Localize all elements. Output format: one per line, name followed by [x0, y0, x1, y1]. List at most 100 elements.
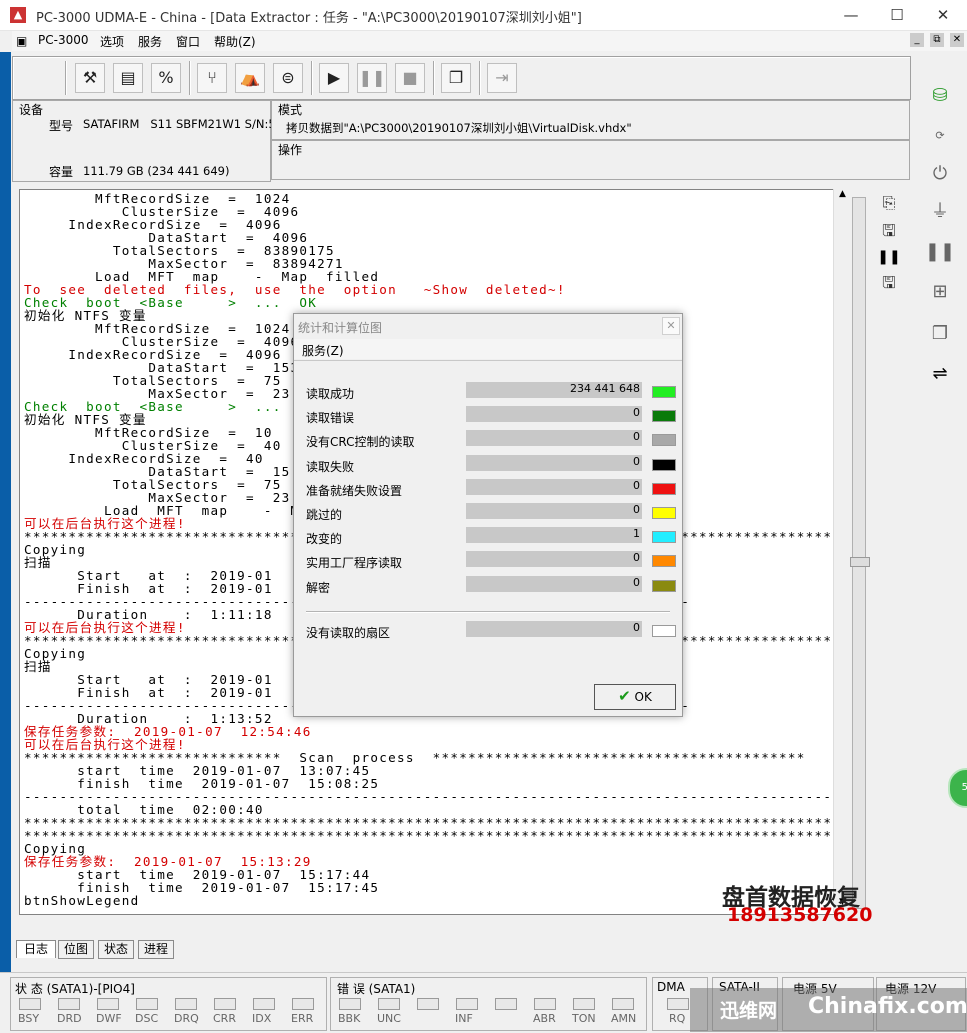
scroll-up-icon[interactable]: ▲	[836, 189, 849, 203]
stat-color-swatch	[652, 410, 676, 423]
state-led	[97, 998, 119, 1010]
mdi-close-button[interactable]: ✕	[950, 33, 964, 47]
log-line: btnShowLegend	[24, 893, 140, 908]
state-label: 状 态 (SATA1)-[PIO4]	[15, 982, 135, 996]
stat-label: 读取失败	[306, 459, 355, 474]
disk-icon[interactable]: 🖫	[874, 217, 904, 245]
right-toolstrip: ⛁ ⟳ ⏻ ⏚ ❚❚ ⊞ ❐ ⇌	[912, 56, 967, 976]
dma-label: DMA	[657, 980, 685, 994]
menu-options[interactable]: 选项	[100, 33, 124, 50]
tree-icon[interactable]: ⑂	[197, 63, 227, 93]
reset-icon[interactable]: ⟳	[922, 118, 958, 154]
error-led	[339, 998, 361, 1010]
power-icon[interactable]: ⏻	[922, 156, 958, 192]
stop-icon[interactable]: ■	[395, 63, 425, 93]
stat-color-swatch	[652, 555, 676, 568]
pause-strip-icon[interactable]: ❚❚	[922, 234, 958, 270]
mode-label: 模式	[278, 103, 303, 117]
tab-bitmap[interactable]: 位图	[58, 940, 94, 959]
stat-label: 跳过的	[306, 508, 343, 522]
window-title: PC-3000 UDMA-E - China - [Data Extractor…	[36, 11, 582, 26]
cable-icon[interactable]: ⇌	[922, 356, 958, 392]
stat-color-swatch	[652, 386, 676, 398]
close-button[interactable]: ✕	[920, 0, 966, 30]
stat-value: 1	[466, 527, 642, 544]
watermark-brand-cn: 迅维网	[720, 1000, 778, 1022]
state-led-label: CRR	[213, 1012, 236, 1025]
stat-value: 0	[466, 478, 642, 495]
menu-bar: ▣ PC-3000 选项 服务 窗口 帮助(Z) _ ⧉ ✕	[12, 31, 967, 51]
log-scrollbar[interactable]: ▲ ▼	[833, 189, 851, 913]
state-led	[292, 998, 314, 1010]
operation-panel: 操作	[271, 140, 910, 180]
pause-log-icon[interactable]: ❚❚	[874, 243, 904, 271]
stat-value: 0	[466, 406, 642, 423]
state-led	[175, 998, 197, 1010]
slider-thumb[interactable]	[850, 557, 870, 567]
error-led	[417, 998, 439, 1010]
stat-value: 0	[466, 430, 642, 447]
export-icon[interactable]: 🖫	[874, 269, 904, 297]
play-icon[interactable]: ▶	[319, 63, 349, 93]
tab-log[interactable]: 日志	[16, 940, 56, 958]
state-led-label: BSY	[18, 1012, 40, 1025]
toolbar-separator	[65, 61, 67, 95]
dialog-title: 统计和计算位图	[298, 321, 383, 335]
state-led	[19, 998, 41, 1010]
capacity-value: 111.79 GB (234 441 649)	[83, 164, 230, 178]
tab-process[interactable]: 进程	[138, 940, 174, 959]
exit-icon[interactable]: ⇥	[487, 63, 517, 93]
operation-label: 操作	[278, 143, 303, 157]
ok-button[interactable]: ✔ OK	[594, 684, 676, 710]
maximize-button[interactable]: ☐	[874, 0, 920, 30]
error-led-label: ABR	[533, 1012, 556, 1025]
capacity-key: 容量	[49, 165, 74, 179]
tab-status[interactable]: 状态	[98, 940, 134, 959]
error-led-label: BBK	[338, 1012, 361, 1025]
error-led-label: TON	[572, 1012, 596, 1025]
menu-help[interactable]: 帮助(Z)	[214, 33, 256, 50]
stat-color-swatch	[652, 507, 676, 519]
unread-label: 没有读取的扇区	[306, 626, 391, 640]
model-key: 型号	[49, 119, 74, 133]
error-led	[495, 998, 517, 1010]
percent-icon[interactable]: %	[151, 63, 181, 93]
dialog-menu-service[interactable]: 服务(Z)	[302, 342, 344, 359]
error-led-label: UNC	[377, 1012, 401, 1025]
toolbar-separator	[189, 61, 191, 95]
tools-icon[interactable]: ⚒	[75, 63, 105, 93]
state-led	[58, 998, 80, 1010]
database-icon[interactable]: ⛁	[922, 78, 958, 114]
switch-icon[interactable]: ⏚	[922, 194, 958, 230]
divider	[294, 360, 682, 361]
title-bar: ▲ PC-3000 UDMA-E - China - [Data Extract…	[0, 0, 967, 31]
mdi-minimize-button[interactable]: _	[910, 33, 924, 47]
dialog-close-button[interactable]: ✕	[662, 317, 680, 335]
copy-icon[interactable]: ❐	[922, 316, 958, 352]
windows-icon[interactable]: ❐	[441, 63, 471, 93]
minimize-button[interactable]: —	[828, 0, 874, 30]
mode-panel: 模式 拷贝数据到"A:\PC3000\20190107深圳刘小姐\Virtual…	[271, 100, 910, 140]
toolbar: ⚒ ▤ % ⑂ ⛺ ⊜ ▶ ❚❚ ■ ❐ ⇥	[12, 56, 911, 100]
stat-value: 0	[466, 575, 642, 592]
binoculars-icon[interactable]: ⛺	[235, 63, 265, 93]
state-led-label: DWF	[96, 1012, 122, 1025]
menu-window[interactable]: 窗口	[176, 33, 200, 50]
mdi-restore-button[interactable]: ⧉	[930, 33, 944, 47]
side-ruler: ⎘ 🖫 ❚❚ 🖫	[850, 189, 910, 913]
dma-led-label: RQ	[669, 1012, 686, 1025]
divider	[306, 611, 670, 613]
stat-color-swatch	[652, 434, 676, 447]
open-folder-icon[interactable]: ⊜	[273, 63, 303, 93]
state-led-label: IDX	[252, 1012, 272, 1025]
state-led	[253, 998, 275, 1010]
stat-label: 没有CRC控制的读取	[306, 435, 415, 450]
menu-pc3000[interactable]: PC-3000	[38, 33, 88, 47]
connector-icon[interactable]: ⊞	[922, 274, 958, 310]
pause-icon[interactable]: ❚❚	[357, 63, 387, 93]
save-log-icon[interactable]: ⎘	[874, 189, 904, 217]
menu-service[interactable]: 服务	[138, 33, 162, 50]
error-group: 错 误 (SATA1) BBK UNC INF ABR TON AMN	[330, 977, 647, 1031]
app-icon: ▲	[10, 7, 26, 23]
sector-editor-icon[interactable]: ▤	[113, 63, 143, 93]
